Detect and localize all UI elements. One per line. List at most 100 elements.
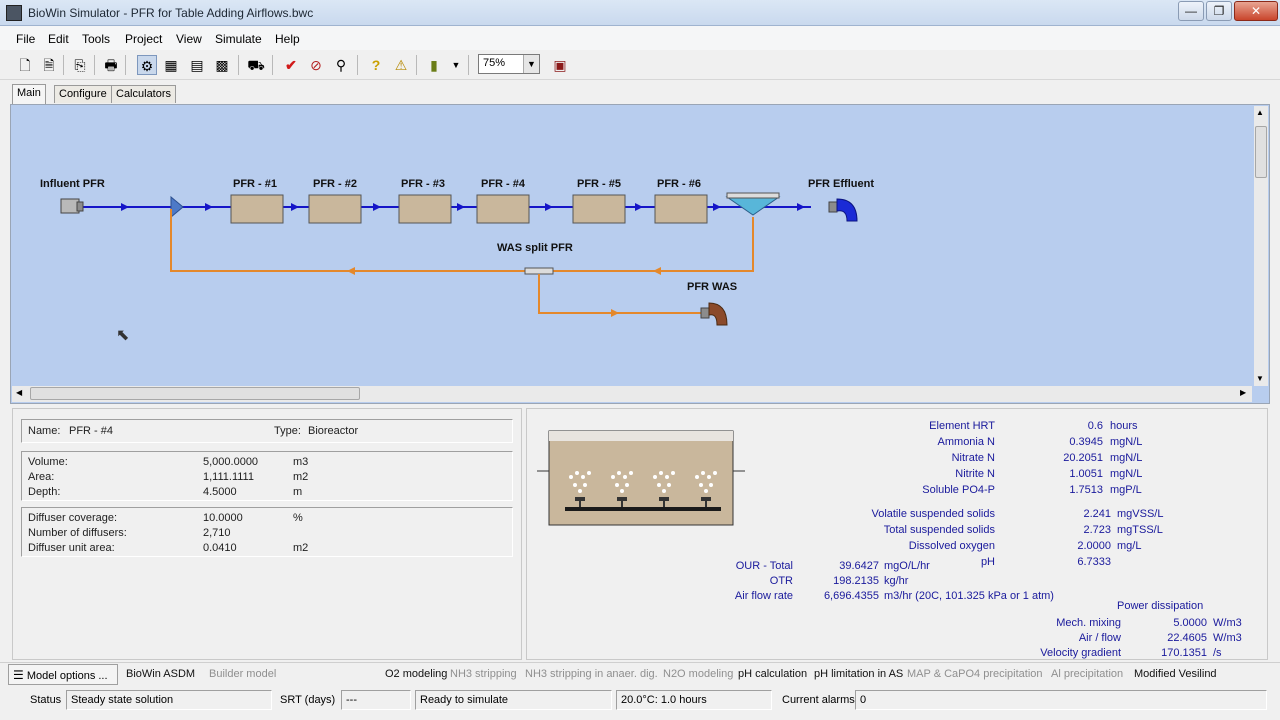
effluent-label: PFR Effluent [808,178,874,190]
maximize-button[interactable]: ❐ [1206,1,1232,21]
hrt-value: 0.6 [1087,420,1103,432]
vss-unit: mgVSS/L [1117,508,1164,520]
ammonia-unit: mgN/L [1110,436,1143,448]
reactor-tank-1[interactable] [230,194,284,224]
scroll-up-icon[interactable]: ▲ [1256,108,1264,117]
srt-value: --- [341,690,411,710]
flow-arrow-icon [713,203,721,211]
reactor-tank-6[interactable] [654,194,708,224]
otr-value: 198.2135 [833,575,879,587]
toolbar-separator [468,55,469,75]
airflow-label: Air flow rate [734,590,793,602]
our-value: 39.6427 [839,560,879,572]
nitrate-unit: mgN/L [1110,452,1143,464]
stop-icon[interactable]: ⊘ [306,55,326,75]
influent-label: Influent PFR [40,178,105,190]
menu-simulate[interactable]: Simulate [215,32,262,46]
reactor-tank-4[interactable] [476,194,530,224]
table-icon[interactable]: ▦ [161,55,181,75]
toolbar-separator [238,55,239,75]
help-icon[interactable]: ? [366,55,386,75]
window-title: BioWin Simulator - PFR for Table Adding … [28,6,314,20]
scroll-right-icon[interactable]: ▶ [1240,388,1246,397]
tab-calculators[interactable]: Calculators [111,85,177,103]
scroll-left-icon[interactable]: ◀ [16,388,22,397]
flag-n2o-modeling: N2O modeling [663,668,734,680]
data-icon[interactable]: ▤ [187,55,207,75]
vertical-scroll-thumb[interactable] [1255,126,1267,178]
reactor-tank-2[interactable] [308,194,362,224]
hrt-label: Element HRT [929,420,995,432]
our-unit: mgO/L/hr [884,560,930,572]
steady-state-icon[interactable]: ⚲ [331,55,351,75]
menu-bar: File Edit Tools Project View Simulate He… [0,26,1280,50]
horizontal-scroll-thumb[interactable] [30,387,360,400]
ammonia-value: 0.3945 [1069,436,1103,448]
toolbar-separator [272,55,273,75]
diffuser-count-value: 2,710 [203,527,231,539]
menu-file[interactable]: File [16,32,35,46]
status-label: Status [30,694,62,706]
reactor-tank-5[interactable] [572,194,626,224]
open-icon[interactable]: 🗎 [39,55,59,75]
elements-icon[interactable]: ⚙ [137,55,157,75]
menu-edit[interactable]: Edit [48,32,69,46]
vertical-scrollbar[interactable]: ▲ ▼ [1254,106,1268,386]
horizontal-scrollbar[interactable]: ◀ ▶ [12,386,1252,402]
title-bar: BioWin Simulator - PFR for Table Adding … [0,0,1280,26]
volume-value: 5,000.0000 [203,456,259,468]
dropdown-icon[interactable]: ▼ [446,55,466,75]
depth-label: Depth: [28,486,61,498]
tab-configure[interactable]: Configure [54,85,112,103]
menu-tools[interactable]: Tools [82,32,110,46]
process-flow-svg [60,192,858,326]
toolbar: 🗋 🗎 ⎘ 🖶 ⚙ ▦ ▤ ▩ ⛟ ✔ ⊘ ⚲ ? ⚠ ▮ ▼ ▣ [0,50,1280,80]
zoom-select[interactable]: 75% ▼ [478,54,540,74]
results-panel: Element HRT 0.6 hours Ammonia N 0.3945 m… [526,408,1268,660]
nitrate-value: 20.2051 [1063,452,1103,464]
flow-arrow-icon [797,203,805,211]
diffuser-area-value: 0.0410 [203,542,237,554]
status-value: Steady state solution [66,690,272,710]
splitter-icon[interactable] [524,267,554,275]
otr-label: OTR [769,575,793,587]
depth-value: 4.5000 [203,486,237,498]
tab-main[interactable]: Main [12,84,46,104]
menu-help[interactable]: Help [275,32,300,46]
geometry-box: Volume: 5,000.0000 m3 Area: 1,111.1111 m… [21,451,513,501]
process-diagram-canvas[interactable]: Influent PFR PFR - #1 PFR - #2 PFR - #3 … [10,104,1270,404]
alarm-icon[interactable]: ⚠ [391,55,411,75]
run-icon[interactable]: ⛟ [246,55,266,75]
vss-value: 2.241 [1083,508,1111,520]
grid-icon[interactable]: ▣ [550,55,570,75]
menu-project[interactable]: Project [125,32,162,46]
export-icon[interactable]: ▮ [424,55,444,75]
velocity-gradient-value: 170.1351 [1161,647,1207,659]
reactor-tank-3[interactable] [398,194,452,224]
vss-label: Volatile suspended solids [871,508,995,520]
influent-icon [60,198,84,214]
list-icon: ☰ [13,668,24,682]
recycle-arrow-icon [653,267,661,275]
effluent-icon [828,198,858,222]
element-properties-panel: Name: PFR - #4 Type: Bioreactor Volume: … [12,408,522,660]
area-unit: m2 [293,471,309,483]
area-value: 1,111.1111 [203,471,254,483]
scroll-down-icon[interactable]: ▼ [1256,374,1264,383]
close-button[interactable]: ✕ [1234,1,1278,21]
print-icon[interactable]: 🖶 [101,55,121,75]
chevron-down-icon[interactable]: ▼ [523,55,539,73]
new-icon[interactable]: 🗋 [15,55,35,75]
chart-icon[interactable]: ▩ [212,55,232,75]
temperature-time: 20.0°C: 1.0 hours [616,690,772,710]
mech-mixing-label: Mech. mixing [1056,617,1121,629]
minimize-button[interactable]: — [1178,1,1204,21]
area-label: Area: [28,471,55,483]
check-icon[interactable]: ✔ [281,55,301,75]
copy-icon[interactable]: ⎘ [70,55,90,75]
power-title: Power dissipation [1117,600,1204,612]
velocity-gradient-unit: /s [1213,647,1222,659]
model-options-button[interactable]: ☰ Model options ... [8,664,118,685]
menu-view[interactable]: View [176,32,202,46]
air-flow-power-label: Air / flow [1078,632,1121,644]
